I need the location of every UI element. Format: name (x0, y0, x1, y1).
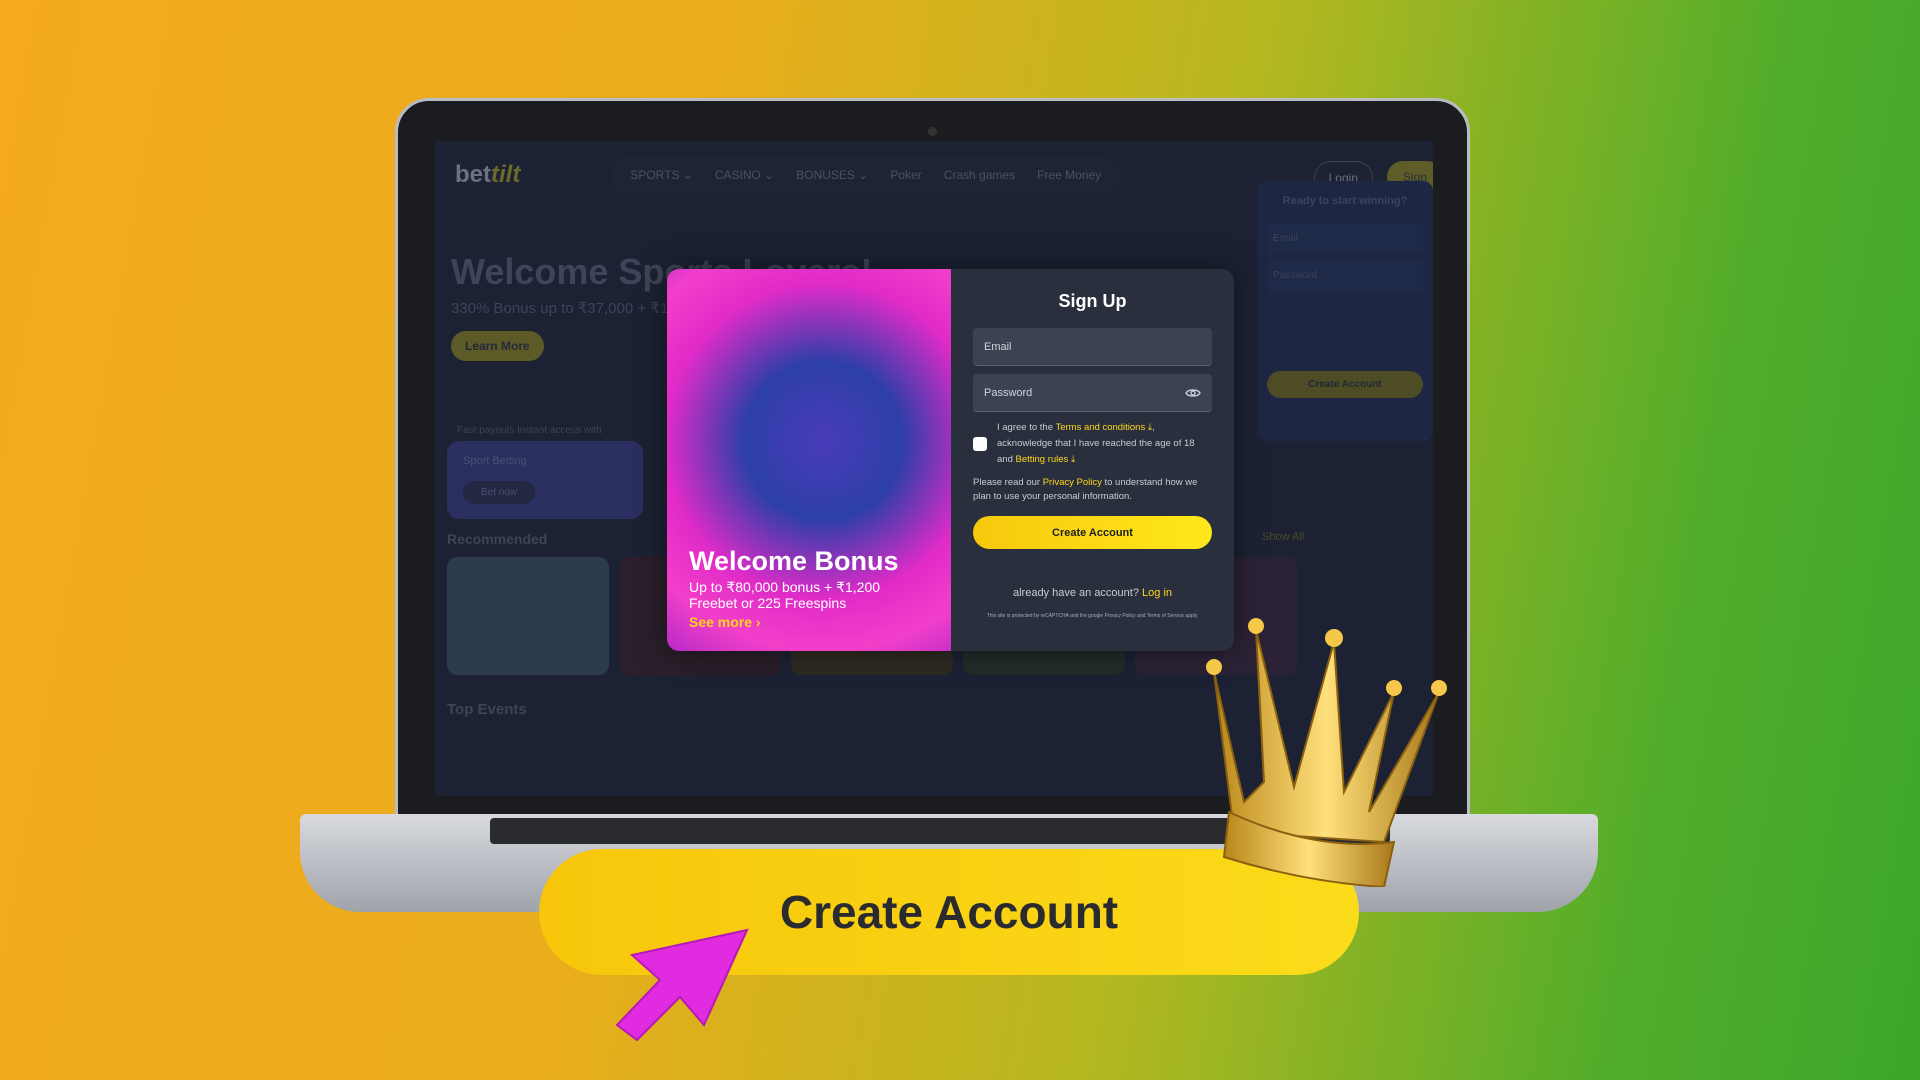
password-placeholder: Password (984, 386, 1033, 399)
side-signup-form: Ready to start winning? Email Password C… (1257, 181, 1433, 441)
email-placeholder: Email (984, 340, 1012, 353)
privacy-policy-link[interactable]: Privacy Policy (1043, 477, 1102, 488)
show-all-link[interactable]: Show All (1262, 531, 1304, 543)
nav-casino[interactable]: CASINO ⌄ (715, 168, 774, 182)
privacy-text: Please read our (973, 477, 1043, 488)
nav-sports[interactable]: SPORTS ⌄ (630, 168, 693, 182)
side-form-title: Ready to start winning? (1282, 195, 1408, 207)
learn-more-button[interactable]: Learn More (451, 331, 544, 361)
game-tile[interactable] (447, 557, 609, 675)
top-events-heading: Top Events (447, 701, 527, 718)
log-in-link[interactable]: Log in (1142, 587, 1172, 599)
webcam (928, 127, 937, 136)
bet-now-button[interactable]: Bet now (463, 481, 536, 504)
sport-card-title: Sport Betting (463, 455, 527, 467)
password-input[interactable]: Password (973, 374, 1212, 412)
features: Fast payouts Instant access with (457, 425, 602, 436)
nav-free-money[interactable]: Free Money (1037, 168, 1101, 182)
terms-link[interactable]: Terms and conditions ⤓ (1055, 422, 1152, 433)
nav-crash-games[interactable]: Crash games (944, 168, 1015, 182)
crown-icon (1206, 618, 1447, 887)
privacy-note: Please read our Privacy Policy to unders… (973, 476, 1212, 504)
have-account-text: already have an account? (1012, 587, 1143, 599)
welcome-bonus-banner: Welcome Bonus Up to ₹80,000 bonus + ₹1,2… (667, 269, 951, 651)
create-account-button[interactable]: Create Account (973, 516, 1212, 549)
agree-checkbox[interactable] (973, 437, 987, 451)
agree-text: I agree to the (997, 422, 1056, 433)
recommended-heading: Recommended (447, 531, 548, 547)
hero-subtitle: 330% Bonus up to ₹37,000 + ₹120 (451, 300, 685, 317)
side-email-input[interactable]: Email (1267, 223, 1423, 254)
side-password-input[interactable]: Password (1267, 260, 1423, 291)
logo[interactable]: bettilt (455, 161, 520, 189)
cursor-arrow-icon (615, 928, 749, 1042)
signup-modal: Welcome Bonus Up to ₹80,000 bonus + ₹1,2… (667, 269, 1234, 651)
nav-bonuses[interactable]: BONUSES ⌄ (796, 168, 868, 182)
recaptcha-notice: This site is protected by reCAPTCHA and … (986, 613, 1199, 619)
betting-rules-link[interactable]: Betting rules ⤓ (1016, 454, 1076, 465)
terms-agreement: I agree to the Terms and conditions ⤓, a… (973, 420, 1212, 468)
side-create-account-button[interactable]: Create Account (1267, 371, 1423, 398)
login-prompt: already have an account? Log in (973, 587, 1212, 599)
signup-form: Sign Up Email Password I agree to the Te… (951, 269, 1234, 651)
nav-menu: SPORTS ⌄ CASINO ⌄ BONUSES ⌄ Poker Crash … (610, 156, 1122, 194)
promo-title: Welcome Bonus (689, 546, 899, 576)
signup-title: Sign Up (1058, 291, 1127, 311)
email-input[interactable]: Email (973, 328, 1212, 366)
promo-text: Up to ₹80,000 bonus + ₹1,200 Freebet or … (689, 579, 881, 611)
eye-icon[interactable] (1185, 387, 1201, 399)
nav-poker[interactable]: Poker (890, 168, 921, 182)
see-more-link[interactable]: See more › (689, 614, 761, 630)
sport-betting-card[interactable]: Sport Betting Bet now (447, 441, 643, 519)
